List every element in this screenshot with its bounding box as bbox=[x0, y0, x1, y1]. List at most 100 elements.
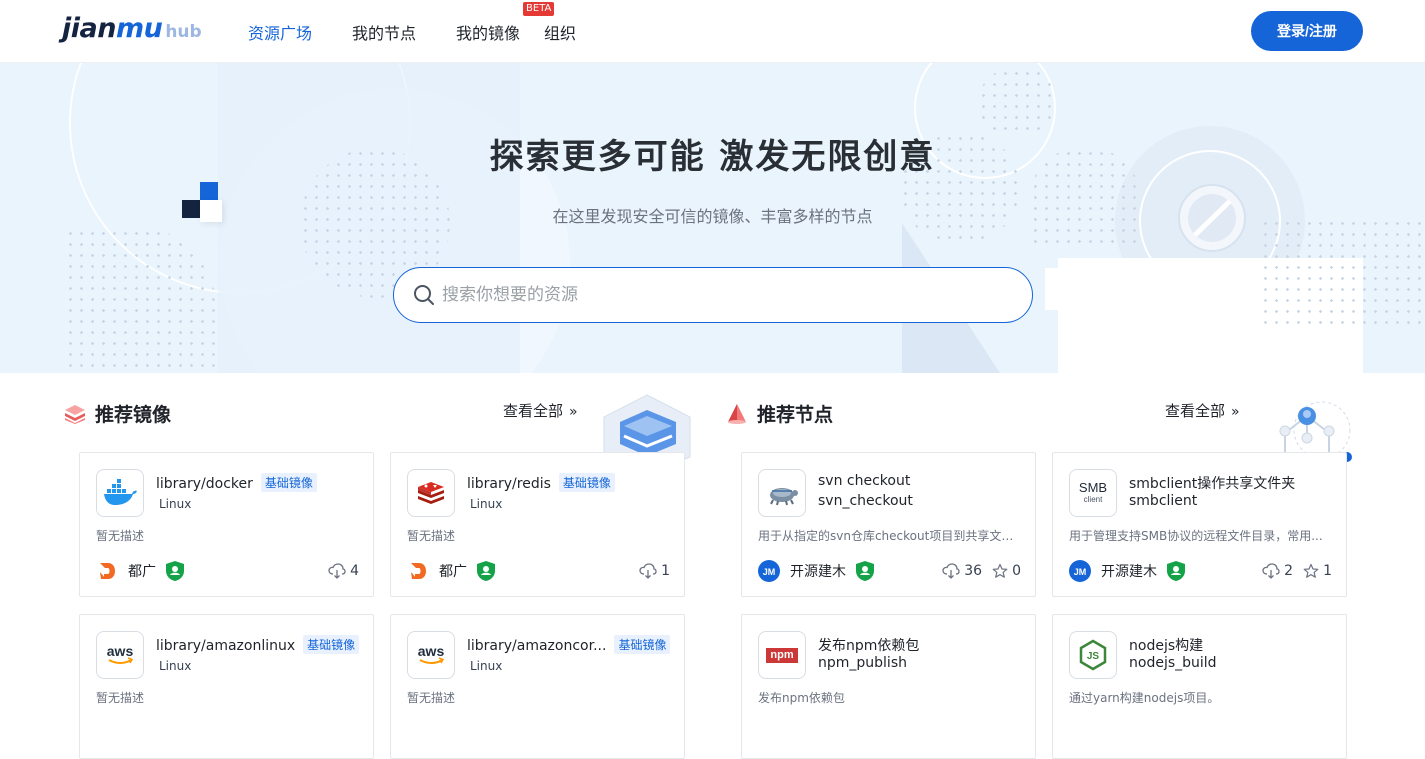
top-header: jianmu hub 资源广场 我的节点 我的镜像 BETA 组织 登录/注册 bbox=[0, 0, 1425, 63]
image-description: 暂无描述 bbox=[407, 529, 456, 543]
image-description: 暂无描述 bbox=[96, 691, 145, 705]
svg-text:JS: JS bbox=[1087, 651, 1100, 662]
aws-icon: aws bbox=[96, 631, 144, 679]
org-name[interactable]: 都广 bbox=[128, 561, 156, 581]
smb-icon-subtext: client bbox=[1083, 495, 1103, 504]
search-input[interactable] bbox=[442, 285, 1002, 305]
nav-organization[interactable]: 组织 bbox=[544, 20, 576, 44]
double-chevron-right-icon: » bbox=[1231, 404, 1240, 420]
verified-shield-icon bbox=[856, 561, 874, 581]
node-id: svn_checkout bbox=[818, 493, 913, 509]
download-count: 36 bbox=[942, 563, 982, 579]
image-name: library/docker bbox=[156, 476, 253, 492]
search-icon bbox=[414, 285, 434, 305]
svg-text:aws: aws bbox=[418, 643, 445, 659]
org-name[interactable]: 开源建木 bbox=[790, 561, 846, 581]
card-footer: JM 开源建木 2 1 bbox=[1069, 560, 1332, 582]
card-footer: 都广 1 bbox=[407, 560, 670, 582]
recommended-images-title: 推荐镜像 bbox=[63, 400, 171, 427]
node-id: nodejs_build bbox=[1129, 655, 1217, 671]
download-cloud-icon bbox=[639, 563, 657, 579]
node-card-svn-checkout[interactable]: svn checkout svn_checkout 用于从指定的svn仓库che… bbox=[741, 452, 1036, 597]
login-register-button[interactable]: 登录/注册 bbox=[1251, 11, 1363, 51]
node-id: smbclient bbox=[1129, 493, 1198, 509]
jianmu-org-icon: JM bbox=[1069, 560, 1091, 582]
search-bar[interactable] bbox=[393, 267, 1033, 323]
node-description: 通过yarn构建nodejs项目。 bbox=[1069, 691, 1220, 705]
node-name: 发布npm依赖包 bbox=[818, 638, 920, 654]
svg-text:aws: aws bbox=[107, 643, 134, 659]
layers-icon bbox=[65, 404, 85, 424]
jianmu-hub-logo[interactable]: jianmu hub bbox=[62, 12, 202, 44]
node-card-nodejs-build[interactable]: JS nodejs构建 nodejs_build 通过yarn构建nodejs项… bbox=[1052, 614, 1347, 759]
image-name: library/amazoncor... bbox=[467, 638, 607, 654]
os-label: Linux bbox=[159, 659, 192, 673]
image-description: 暂无描述 bbox=[407, 691, 456, 705]
node-card-npm-publish[interactable]: npm 发布npm依赖包 npm_publish 发布npm依赖包 bbox=[741, 614, 1036, 759]
hero-subtitle: 在这里发现安全可信的镜像、丰富多样的节点 bbox=[552, 207, 873, 226]
star-icon bbox=[1303, 563, 1319, 578]
cone-icon bbox=[728, 403, 746, 424]
logo-text-mu: mu bbox=[115, 13, 163, 44]
nav-resource-plaza[interactable]: 资源广场 bbox=[248, 20, 312, 44]
image-card-amazoncorretto[interactable]: aws library/amazoncor... 基础镜像 Linux 暂无描述 bbox=[390, 614, 685, 759]
view-all-label: 查看全部 bbox=[503, 402, 564, 420]
base-image-tag: 基础镜像 bbox=[614, 635, 671, 654]
verified-shield-icon bbox=[166, 561, 184, 581]
smb-icon-text: SMB bbox=[1078, 480, 1108, 495]
node-id: npm_publish bbox=[818, 655, 907, 671]
stats: 2 1 bbox=[1252, 563, 1332, 579]
double-chevron-right-icon: » bbox=[569, 404, 578, 420]
image-name: library/amazonlinux bbox=[156, 638, 296, 654]
base-image-tag: 基础镜像 bbox=[558, 473, 615, 492]
logo-text-jian: jian bbox=[62, 13, 116, 44]
image-card-redis[interactable]: library/redis 基础镜像 Linux 暂无描述 都广 1 bbox=[390, 452, 685, 597]
nodejs-icon: JS bbox=[1069, 631, 1117, 679]
svg-text:JM: JM bbox=[1074, 567, 1087, 577]
npm-icon: npm bbox=[758, 631, 806, 679]
nav-my-nodes[interactable]: 我的节点 bbox=[352, 20, 416, 44]
star-icon bbox=[992, 563, 1008, 578]
section-title-text: 推荐节点 bbox=[757, 404, 834, 426]
docker-icon bbox=[96, 469, 144, 517]
verified-shield-icon bbox=[1167, 561, 1185, 581]
beta-badge: BETA bbox=[523, 1, 555, 16]
star-count-value: 0 bbox=[1012, 563, 1021, 579]
download-count: 2 bbox=[1262, 563, 1293, 579]
node-description: 用于从指定的svn仓库checkout项目到共享文件... bbox=[758, 529, 1020, 543]
star-count[interactable]: 0 bbox=[992, 563, 1021, 579]
download-cloud-icon bbox=[942, 563, 960, 579]
smb-icon: SMB client bbox=[1069, 469, 1117, 517]
image-card-amazonlinux[interactable]: aws library/amazonlinux 基础镜像 Linux 暂无描述 bbox=[79, 614, 374, 759]
download-count-value: 36 bbox=[964, 563, 983, 579]
org-name[interactable]: 开源建木 bbox=[1101, 561, 1157, 581]
os-label: Linux bbox=[470, 659, 503, 673]
dot-pattern bbox=[65, 228, 215, 373]
download-cloud-icon bbox=[328, 563, 346, 579]
download-count-value: 2 bbox=[1284, 563, 1294, 579]
dot-pattern bbox=[978, 68, 1058, 138]
section-title-text: 推荐镜像 bbox=[95, 404, 172, 426]
recommended-nodes-title: 推荐节点 bbox=[725, 400, 833, 427]
download-count-value: 1 bbox=[661, 563, 670, 579]
nav-my-images-label: 我的镜像 bbox=[456, 23, 521, 43]
os-label: Linux bbox=[159, 497, 192, 511]
view-all-nodes-link[interactable]: 查看全部 » bbox=[1165, 400, 1240, 421]
svg-text:JM: JM bbox=[763, 567, 776, 577]
image-card-docker[interactable]: library/docker 基础镜像 Linux 暂无描述 都广 4 bbox=[79, 452, 374, 597]
jianmu-org-icon: JM bbox=[758, 560, 780, 582]
dot-pattern bbox=[1260, 218, 1425, 328]
org-logo-icon bbox=[407, 560, 429, 582]
nav-my-images[interactable]: 我的镜像 BETA bbox=[456, 1, 555, 44]
star-count[interactable]: 1 bbox=[1303, 563, 1332, 579]
node-description: 用于管理支持SMB协议的远程文件目录，常用... bbox=[1069, 529, 1323, 543]
node-card-smbclient[interactable]: SMB client smbclient操作共享文件夹 smbclient 用于… bbox=[1052, 452, 1347, 597]
star-count-value: 1 bbox=[1323, 563, 1332, 579]
org-name[interactable]: 都广 bbox=[439, 561, 467, 581]
node-name: nodejs构建 bbox=[1129, 638, 1204, 654]
card-footer: JM 开源建木 36 0 bbox=[758, 560, 1021, 582]
download-count: 4 bbox=[328, 563, 359, 579]
aws-icon: aws bbox=[407, 631, 455, 679]
card-footer: 都广 4 bbox=[96, 560, 359, 582]
view-all-images-link[interactable]: 查看全部 » bbox=[503, 400, 578, 421]
